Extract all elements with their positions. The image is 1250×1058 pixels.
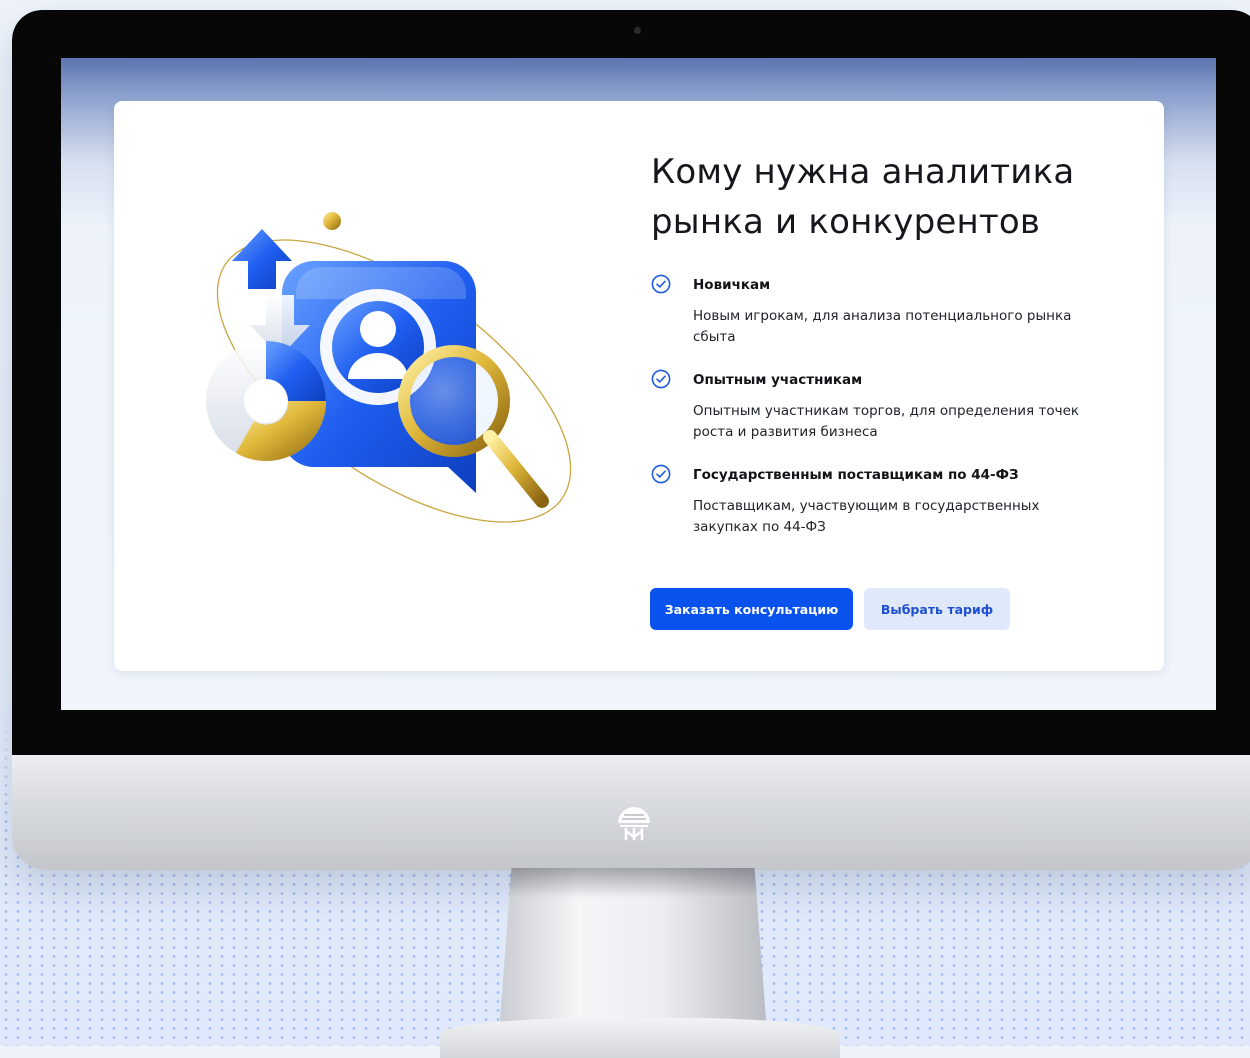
list-item-title: Новичкам xyxy=(693,277,771,293)
camera-dot xyxy=(634,27,641,34)
info-card: Кому нужна аналитика рынка и конкурентов… xyxy=(114,101,1164,671)
choose-tariff-button[interactable]: Выбрать тариф xyxy=(864,588,1010,630)
list-item: Государственным поставщикам по 44-ФЗ Пос… xyxy=(651,464,1111,538)
list-item: Опытным участникам Опытным участникам то… xyxy=(651,369,1111,443)
order-consultation-button[interactable]: Заказать консультацию xyxy=(650,588,853,630)
monitor-screen: Кому нужна аналитика рынка и конкурентов… xyxy=(61,58,1216,710)
list-item-description: Поставщикам, участвующим в государственн… xyxy=(693,498,1040,535)
content-column: Кому нужна аналитика рынка и конкурентов… xyxy=(651,147,1111,562)
audience-list: Новичкам Новым игрокам, для анализа поте… xyxy=(651,274,1111,538)
check-circle-icon xyxy=(651,464,671,484)
list-item-title: Государственным поставщикам по 44-ФЗ xyxy=(693,467,1019,483)
user-search-illustration xyxy=(206,212,572,523)
page-title: Кому нужна аналитика рынка и конкурентов xyxy=(651,152,1075,242)
monitor-base xyxy=(440,1018,840,1058)
monitor: Кому нужна аналитика рынка и конкурентов… xyxy=(12,10,1250,870)
check-circle-icon xyxy=(651,369,671,389)
list-item: Новичкам Новым игрокам, для анализа поте… xyxy=(651,274,1111,348)
check-circle-icon xyxy=(651,274,671,294)
list-item-description: Новым игрокам, для анализа потенциальног… xyxy=(693,308,1072,345)
list-item-title: Опытным участникам xyxy=(693,372,863,388)
stand-shadow xyxy=(508,868,758,898)
monitor-chin xyxy=(12,755,1250,870)
list-item-description: Опытным участникам торгов, для определен… xyxy=(693,403,1080,440)
brand-logo-icon xyxy=(618,807,650,841)
